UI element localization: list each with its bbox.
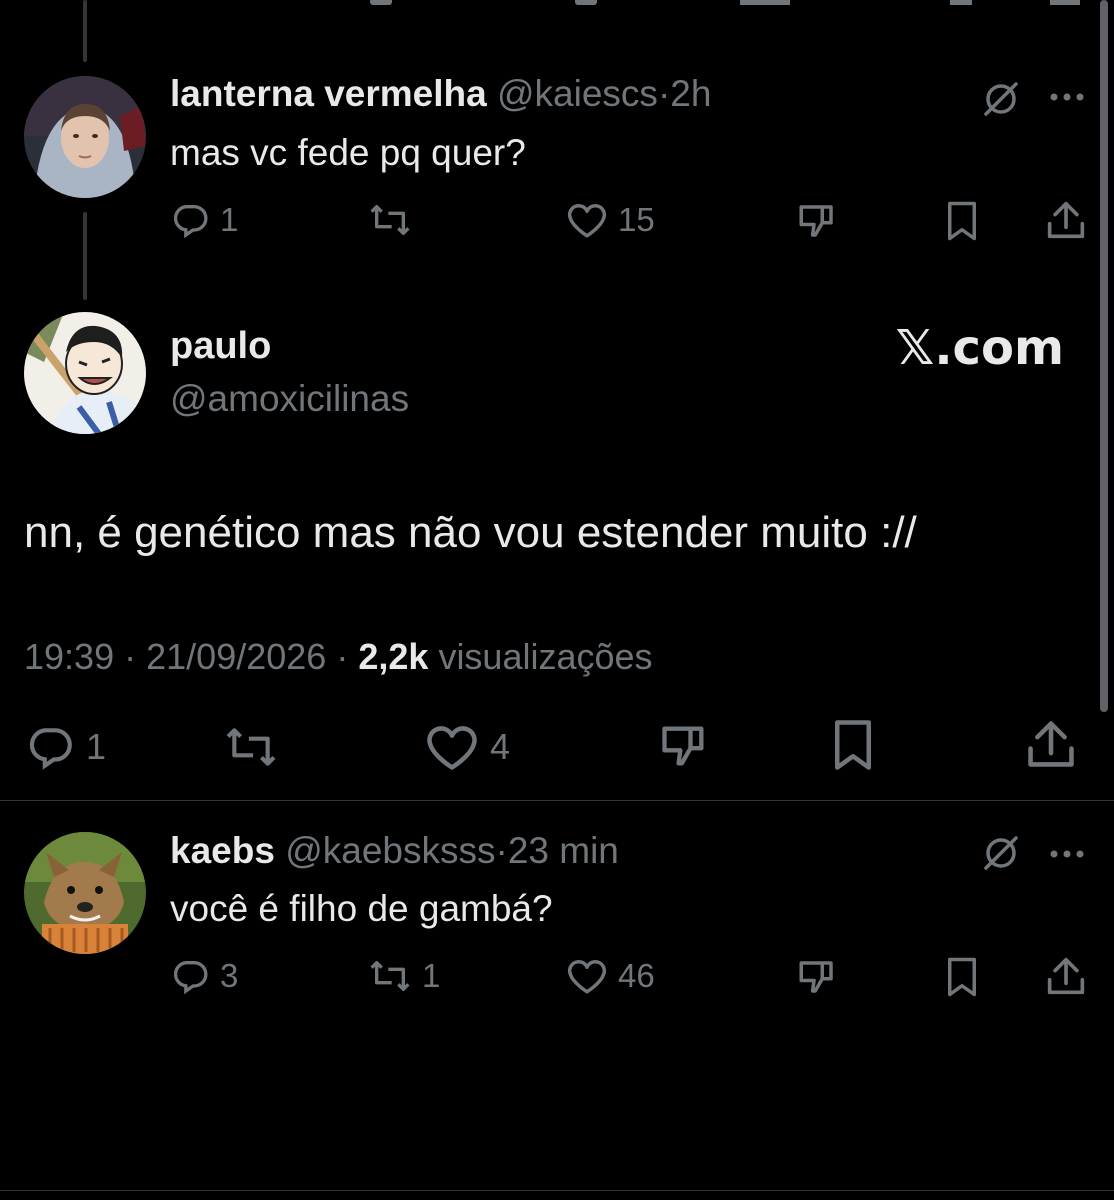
repost-icon — [370, 961, 410, 991]
repost-count: 1 — [422, 957, 441, 994]
author-handle[interactable]: @kaiescs — [497, 73, 658, 114]
more-icon[interactable] — [1049, 846, 1085, 864]
share-icon — [1047, 957, 1085, 995]
tweet-meta: 19:39 · 21/09/2026 · 2,2k visualizações — [24, 636, 653, 678]
reply-button[interactable]: 1 — [24, 722, 106, 772]
author-name[interactable]: lanterna vermelha — [170, 73, 487, 114]
like-button[interactable]: 46 — [566, 956, 655, 996]
reply-count: 3 — [220, 957, 239, 994]
reply-icon — [173, 961, 208, 995]
bookmark-icon — [948, 957, 976, 997]
repost-button[interactable] — [222, 722, 290, 772]
like-count: 46 — [618, 957, 655, 994]
like-icon — [427, 726, 477, 770]
separator: · — [495, 830, 508, 871]
share-icon — [1047, 201, 1085, 239]
bookmark-button[interactable] — [944, 956, 980, 998]
reply-count: 1 — [86, 726, 107, 767]
like-button[interactable]: 15 — [566, 200, 655, 240]
watermark: 𝕏.com — [895, 320, 1064, 376]
downvote-button[interactable] — [658, 720, 710, 772]
share-button[interactable] — [1046, 954, 1086, 998]
author-handle[interactable]: @amoxicilinas — [170, 378, 409, 420]
repost-button[interactable] — [368, 200, 422, 240]
views-count: 2,2k — [358, 636, 429, 677]
share-icon — [1028, 721, 1074, 767]
grok-icon[interactable] — [982, 834, 1020, 877]
tweet-text: você é filho de gambá? — [170, 888, 553, 929]
timestamp[interactable]: 23 min — [508, 830, 619, 871]
downvote-button[interactable] — [796, 200, 838, 242]
bookmark-icon — [948, 201, 976, 241]
tweet-date[interactable]: 21/09/2026 — [146, 636, 326, 677]
like-button[interactable]: 4 — [424, 722, 510, 772]
avatar[interactable] — [24, 832, 146, 954]
share-button[interactable] — [1026, 716, 1076, 772]
reply-button[interactable]: 1 — [170, 200, 238, 240]
downvote-icon — [799, 205, 833, 237]
tweet-text: mas vc fede pq quer? — [170, 132, 526, 173]
top-cutoff-row — [0, 0, 1114, 8]
tweet-text: nn, é genético mas não vou estender muit… — [24, 508, 917, 557]
separator: · — [124, 636, 137, 677]
like-icon — [567, 960, 607, 994]
repost-icon — [370, 205, 410, 235]
downvote-icon — [799, 961, 833, 993]
bookmark-button[interactable] — [944, 200, 980, 242]
thread-line-middle — [83, 212, 87, 300]
reply-icon — [173, 205, 208, 239]
avatar[interactable] — [24, 312, 146, 434]
avatar[interactable] — [24, 76, 146, 198]
divider — [0, 800, 1114, 801]
bookmark-icon — [835, 720, 871, 770]
tweet-time[interactable]: 19:39 — [24, 636, 114, 677]
repost-button[interactable]: 1 — [368, 956, 440, 996]
bookmark-button[interactable] — [830, 718, 876, 772]
views-label: visualizações — [438, 636, 653, 677]
like-icon — [567, 204, 607, 238]
author-handle[interactable]: @kaebsksss — [285, 830, 495, 871]
reply-count: 1 — [220, 201, 239, 238]
grok-icon[interactable] — [982, 80, 1020, 123]
author-name[interactable]: kaebs — [170, 830, 275, 871]
like-count: 4 — [490, 726, 511, 767]
reply-header: lanterna vermelha @kaiescs·2h — [170, 73, 711, 115]
more-icon[interactable] — [1049, 89, 1085, 107]
reply-icon — [29, 728, 72, 770]
repost-icon — [226, 728, 276, 766]
divider — [0, 1190, 1114, 1191]
separator: · — [657, 73, 671, 114]
downvote-button[interactable] — [796, 956, 838, 998]
reply-header: kaebs @kaebsksss·23 min — [170, 830, 619, 872]
thread-line-top — [83, 0, 87, 62]
reply-button[interactable]: 3 — [170, 956, 238, 996]
like-count: 15 — [618, 201, 655, 238]
downvote-icon — [662, 726, 704, 766]
scrollbar[interactable] — [1100, 0, 1108, 712]
timestamp[interactable]: 2h — [670, 73, 711, 114]
share-button[interactable] — [1046, 198, 1086, 242]
author-name[interactable]: paulo — [170, 325, 271, 368]
separator: · — [336, 636, 349, 677]
